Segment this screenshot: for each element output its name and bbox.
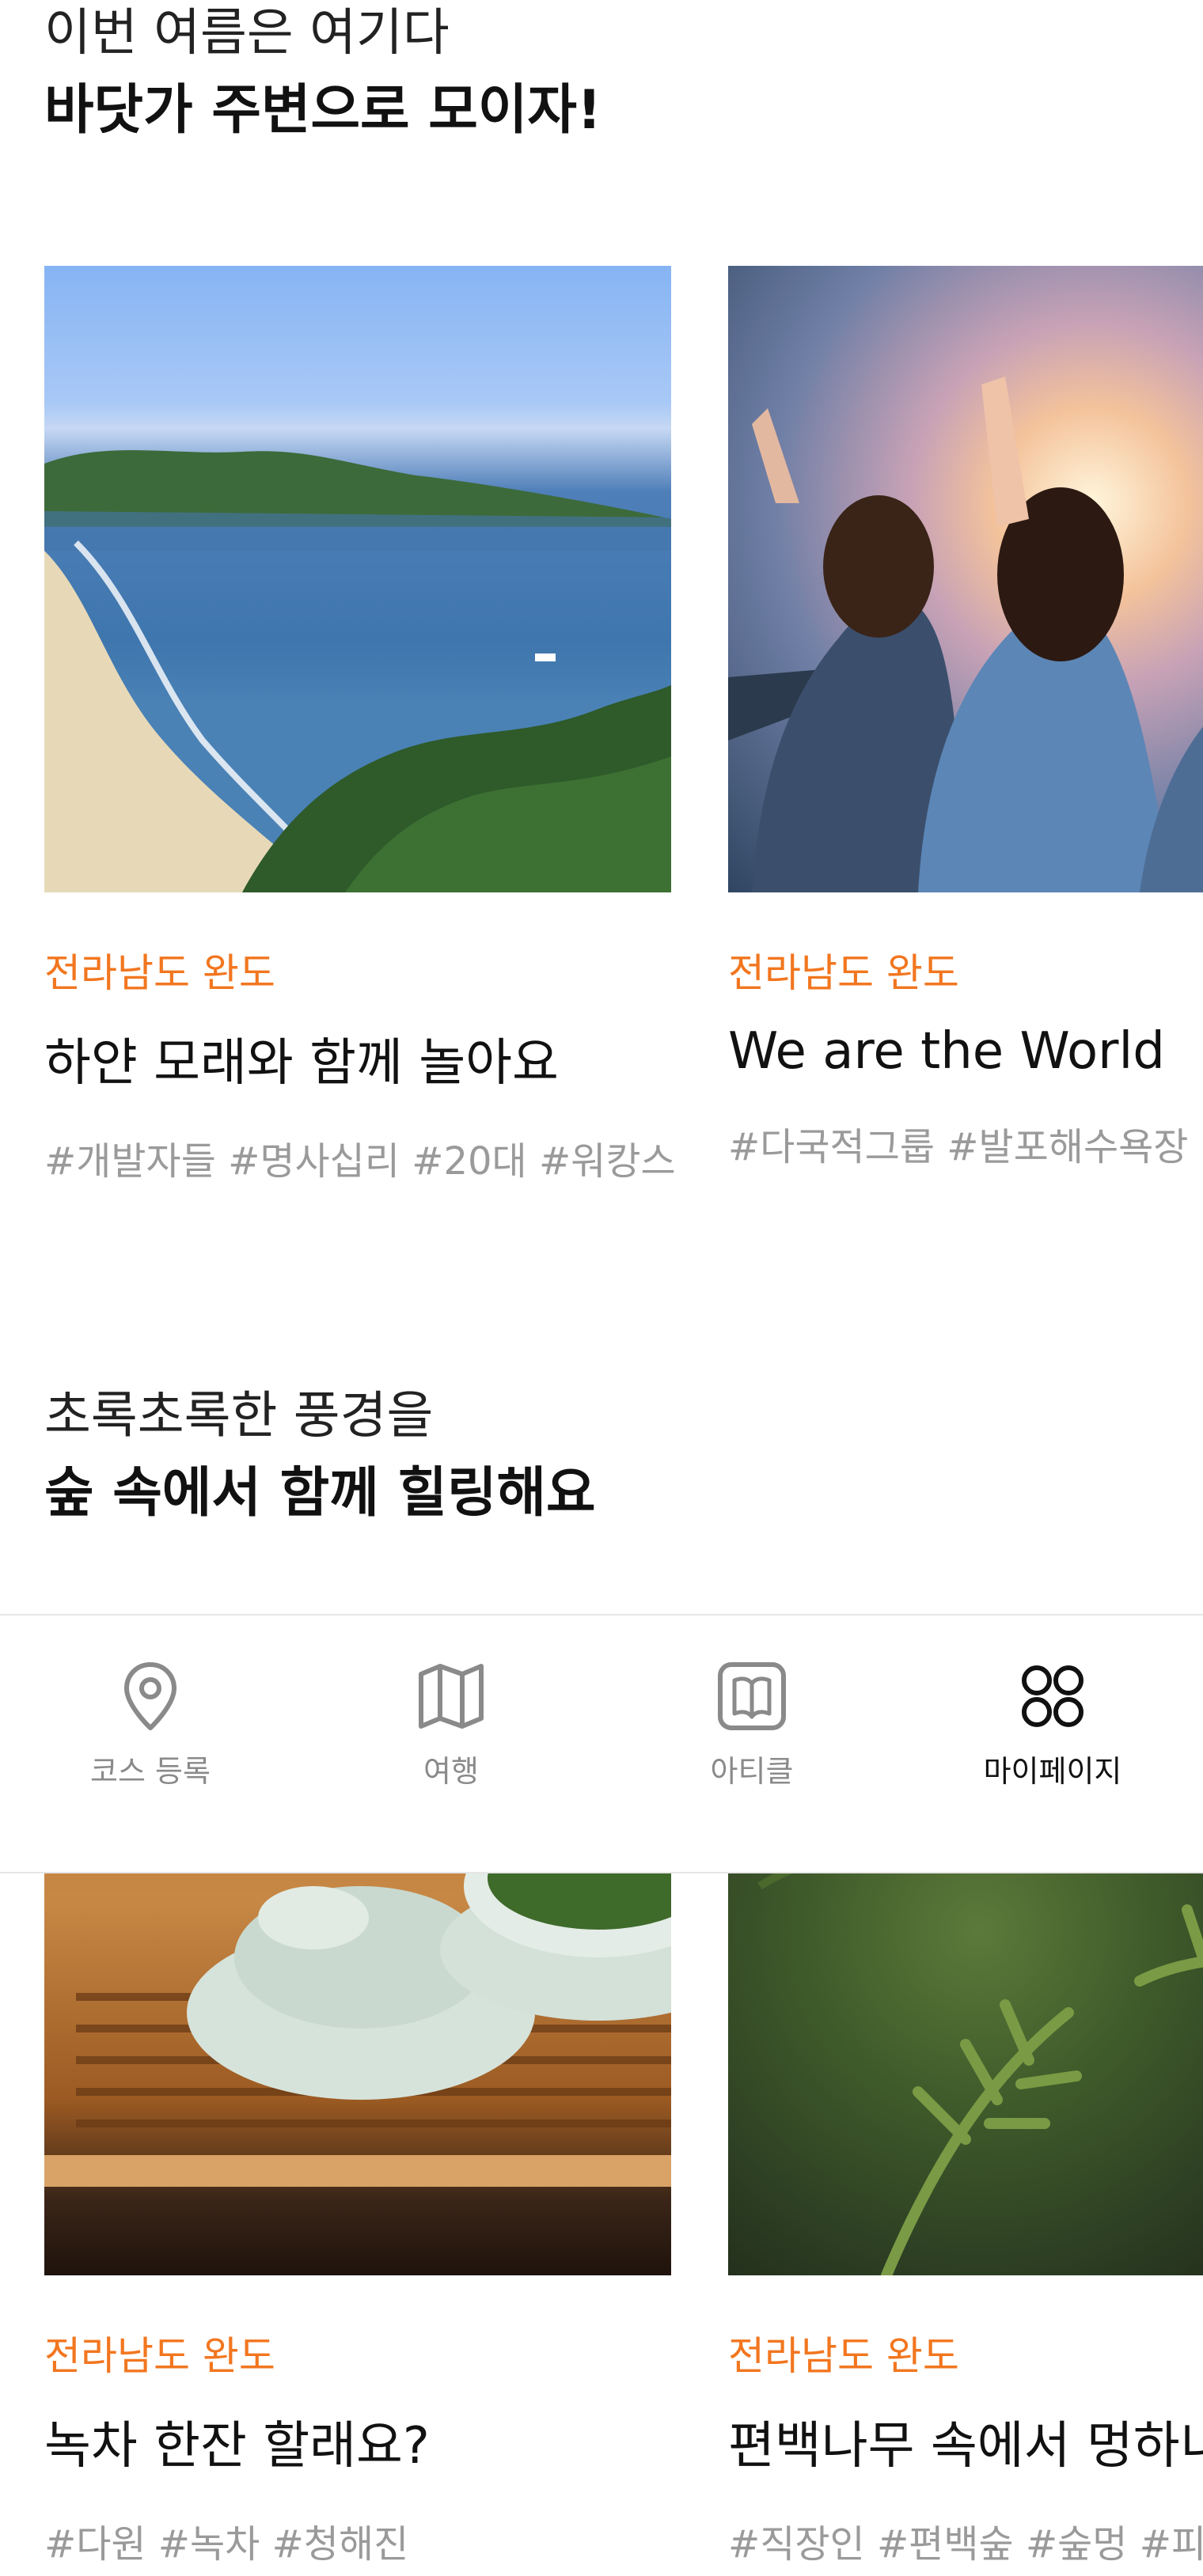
- beach-photo: [44, 450, 671, 892]
- card-tags: #직장인 #편백숲 #숲멍 #피톤: [728, 2522, 1203, 2567]
- map-pin-icon: [124, 1662, 176, 1730]
- card-region: 전라남도 완도: [728, 2333, 959, 2379]
- tab-label: 마이페이지: [983, 1754, 1122, 1789]
- friends-photo: [728, 377, 1203, 892]
- card-title: 녹차 한잔 할래요?: [44, 2417, 430, 2476]
- book-icon: [718, 1662, 786, 1730]
- card-title: 하얀 모래와 함께 놀아요: [44, 1034, 559, 1093]
- tab-travel[interactable]: 여행: [301, 1616, 602, 1872]
- four-circles-icon: [1022, 1665, 1083, 1727]
- tab-label: 아티클: [710, 1754, 794, 1789]
- course-card[interactable]: 전라남도 완도 We are the World #다국적그룹 #발포해수욕장 …: [728, 266, 1203, 1171]
- card-title: 편백나무 속에서 멍하니: [728, 2417, 1203, 2476]
- course-thumbnail[interactable]: [44, 266, 671, 892]
- bottom-tab-bar: 코스 등록 여행 아티클 마이페이지: [0, 1614, 1203, 1873]
- section-title: 숲 속에서 함께 힐링해요: [44, 1461, 596, 1525]
- card-tags: #다국적그룹 #발포해수욕장 #: [728, 1125, 1203, 1169]
- card-tags: #다원 #녹차 #청해진: [44, 2522, 409, 2567]
- course-card[interactable]: 전라남도 완도 하얀 모래와 함께 놀아요 #개발자들 #명사십리 #20대 #…: [44, 266, 676, 1185]
- card-tags: #개발자들 #명사십리 #20대 #워캉스: [44, 1139, 676, 1184]
- section-summer-header: 이번 여름은 여기다 바닷가 주변으로 모이자!: [44, 3, 602, 142]
- section-subtitle: 이번 여름은 여기다: [44, 4, 450, 63]
- card-region: 전라남도 완도: [44, 950, 275, 996]
- tab-mypage[interactable]: 마이페이지: [902, 1616, 1203, 1872]
- section-forest-header: 초록초록한 풍경을 숲 속에서 함께 힐링해요: [44, 1386, 596, 1525]
- page: 이번 여름은 여기다 바닷가 주변으로 모이자! 전라남도 완도 하얀 모래와 …: [0, 0, 1203, 2576]
- course-thumbnail[interactable]: [728, 266, 1203, 892]
- tab-label: 코스 등록: [90, 1754, 211, 1789]
- card-region: 전라남도 완도: [44, 2333, 275, 2379]
- card-region: 전라남도 완도: [728, 950, 959, 996]
- card-title: We are the World: [728, 1022, 1165, 1081]
- section-subtitle: 초록초록한 풍경을: [44, 1387, 434, 1445]
- tab-label: 여행: [423, 1754, 479, 1789]
- section-title: 바닷가 주변으로 모이자!: [44, 78, 602, 142]
- tab-course-register[interactable]: 코스 등록: [0, 1616, 301, 1872]
- map-icon: [419, 1664, 484, 1729]
- tab-article[interactable]: 아티클: [602, 1616, 902, 1872]
